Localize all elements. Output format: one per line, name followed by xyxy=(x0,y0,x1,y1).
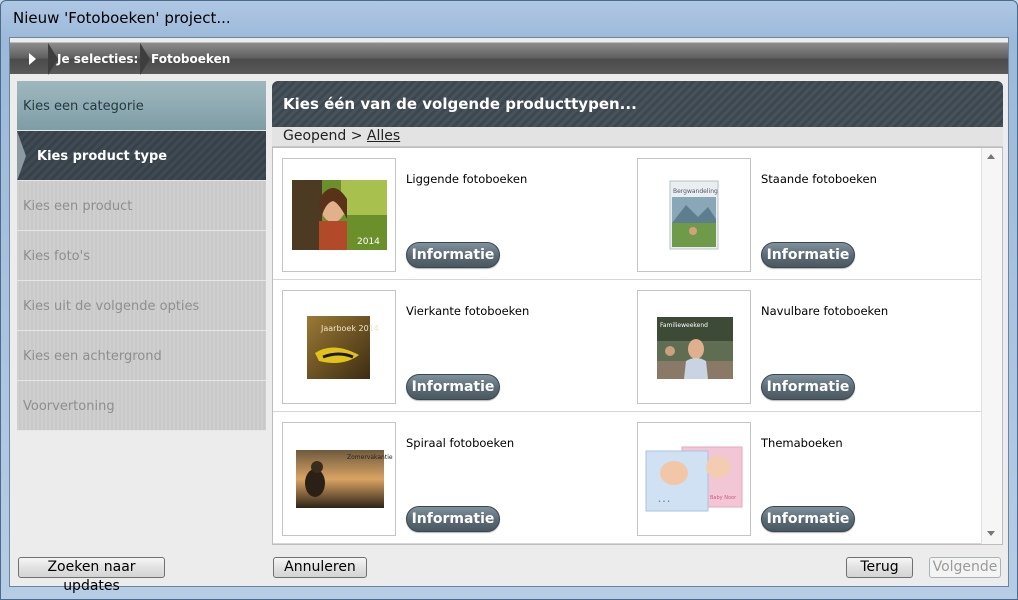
window-title: Nieuw 'Fotoboeken' project... xyxy=(13,9,231,27)
play-arrow-icon xyxy=(14,43,50,75)
title-bar[interactable]: Nieuw 'Fotoboeken' project... xyxy=(1,1,1017,37)
next-button: Volgende xyxy=(929,557,1001,578)
vertical-scrollbar[interactable] xyxy=(981,148,1002,544)
info-button[interactable]: Informatie xyxy=(761,242,855,268)
breadcrumb-separator-icon xyxy=(140,43,150,75)
product-thumbnail[interactable]: • • • Baby Noor xyxy=(637,422,751,536)
product-card-landscape[interactable]: 2014 Liggende fotoboeken Informatie xyxy=(282,158,622,272)
cancel-button[interactable]: Annuleren xyxy=(273,557,367,578)
product-name: Liggende fotoboeken xyxy=(406,172,528,186)
theme-book-image: • • • Baby Noor xyxy=(645,446,743,512)
cover-text: Bergwandeling xyxy=(673,188,718,195)
step-choose-background: Kies een achtergrond xyxy=(17,331,266,381)
info-button[interactable]: Informatie xyxy=(761,506,855,532)
product-name: Staande fotoboeken xyxy=(761,172,877,186)
spiral-book-image: Zomervakantie xyxy=(296,450,393,508)
product-thumbnail[interactable]: Familieweekend xyxy=(637,290,751,404)
dialog-content: Je selecties: Fotoboeken Kies een catego… xyxy=(9,37,1009,594)
product-name: Themaboeken xyxy=(761,436,843,450)
info-button[interactable]: Informatie xyxy=(406,374,500,400)
info-button[interactable]: Informatie xyxy=(761,374,855,400)
cover-text: Familieweekend xyxy=(660,322,708,329)
step-choose-product: Kies een product xyxy=(17,181,266,231)
cover-text: 2014 xyxy=(357,237,380,247)
product-name: Navulbare fotoboeken xyxy=(761,304,889,318)
product-card-portrait[interactable]: Bergwandeling Staande fotoboeken Informa… xyxy=(637,158,977,272)
step-choose-photos: Kies foto's xyxy=(17,231,266,281)
panel-title: Kies één van de volgende producttypen... xyxy=(283,95,637,113)
product-thumbnail[interactable]: Zomervakantie xyxy=(282,422,396,536)
path-link-all[interactable]: Alles xyxy=(367,128,400,144)
product-row: 2014 Liggende fotoboeken Informatie Berg… xyxy=(273,148,981,280)
back-button[interactable]: Terug xyxy=(846,557,913,578)
scroll-up-arrow-icon[interactable] xyxy=(987,154,995,159)
step-preview: Voorvertoning xyxy=(17,381,266,431)
product-grid: 2014 Liggende fotoboeken Informatie Berg… xyxy=(272,147,1003,545)
product-row: Zomervakantie Spiraal fotoboeken Informa… xyxy=(273,412,981,544)
svg-text:• • •: • • • xyxy=(658,499,670,505)
path-prefix: Geopend > xyxy=(283,128,363,144)
landscape-book-image: 2014 xyxy=(292,180,387,250)
scroll-down-arrow-icon[interactable] xyxy=(987,531,995,536)
product-card-theme[interactable]: • • • Baby Noor Themaboeken Informatie xyxy=(637,422,977,536)
cover-text: Zomervakantie xyxy=(347,454,393,461)
step-choose-options: Kies uit de volgende opties xyxy=(17,281,266,331)
product-thumbnail[interactable]: 2014 xyxy=(282,158,396,272)
step-choose-category[interactable]: Kies een categorie xyxy=(17,81,266,131)
product-thumbnail[interactable]: Bergwandeling xyxy=(637,158,751,272)
square-book-image: Jaarboek 2014 xyxy=(307,316,379,379)
cover-text: Baby Noor xyxy=(710,495,737,501)
product-type-panel: Kies één van de volgende producttypen...… xyxy=(272,81,1003,547)
wizard-steps: Kies een categorie Kies product type Kie… xyxy=(17,81,266,431)
portrait-book-image: Bergwandeling xyxy=(669,180,719,250)
product-card-spiral[interactable]: Zomervakantie Spiraal fotoboeken Informa… xyxy=(282,422,622,536)
refillable-book-image: Familieweekend xyxy=(657,317,733,379)
product-card-refillable[interactable]: Familieweekend Navulbare fotoboeken Info… xyxy=(637,290,977,404)
product-row: Jaarboek 2014 Vierkante fotoboeken Infor… xyxy=(273,280,981,412)
info-button[interactable]: Informatie xyxy=(406,506,500,532)
breadcrumb-label: Je selecties: xyxy=(57,52,139,66)
dialog-window: Nieuw 'Fotoboeken' project... Je selecti… xyxy=(0,0,1018,600)
product-thumbnail[interactable]: Jaarboek 2014 xyxy=(282,290,396,404)
breadcrumb-value: Fotoboeken xyxy=(151,52,231,66)
product-name: Vierkante fotoboeken xyxy=(406,304,530,318)
product-card-square[interactable]: Jaarboek 2014 Vierkante fotoboeken Infor… xyxy=(282,290,622,404)
check-updates-button[interactable]: Zoeken naar updates xyxy=(18,557,165,594)
panel-header: Kies één van de volgende producttypen... xyxy=(272,81,1003,127)
cover-text: Jaarboek 2014 xyxy=(320,324,379,333)
category-path: Geopend > Alles xyxy=(272,127,1003,147)
selection-breadcrumb: Je selecties: Fotoboeken xyxy=(10,42,1008,75)
info-button[interactable]: Informatie xyxy=(406,242,500,268)
product-name: Spiraal fotoboeken xyxy=(406,436,515,450)
step-choose-product-type[interactable]: Kies product type xyxy=(17,131,266,181)
